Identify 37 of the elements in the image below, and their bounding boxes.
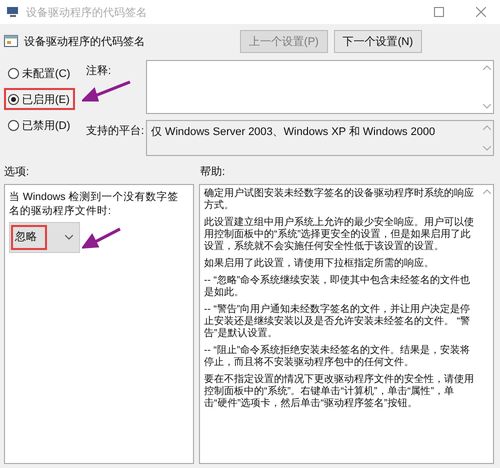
help-paragraph: -- “忽略”命令系统继续安装，即使其中包含未经签名的文件也是如此。 [204,275,472,299]
window-title: 设备驱动程序的代码签名 [26,6,147,20]
close-icon[interactable] [476,7,486,17]
maximize-icon[interactable] [434,7,444,17]
platform-text: 仅 Windows Server 2003、Windows XP 和 Windows 2000 [150,125,436,140]
scroll-up-icon[interactable] [483,65,491,70]
annotation-arrow [82,80,132,102]
help-label: 帮助: [200,165,226,179]
help-paragraph: -- “警告”向用户通知未经数字签名的文件，并让用户决定是停止安装还是继续安装以及是否允许安装未经签名的文件。 “警告”是默认设置。 [204,304,472,340]
radio-label[interactable]: 未配置(C) [22,66,70,80]
policy-title: 设备驱动程序的代码签名 [24,34,145,48]
radio-label[interactable]: 已禁用(D) [22,118,70,132]
options-prompt: 当 Windows 检测到一个没有数字签名的驱动程序文件时: [9,191,180,218]
highlight-frame: 忽略 [11,225,47,250]
radio-button[interactable] [8,94,19,104]
radio-label[interactable]: 已启用(E) [22,92,70,106]
policy-icon [4,34,18,48]
help-paragraph: 如果启用了此设置，请使用下拉框指定所需的响应。 [204,258,435,270]
options-label: 选项: [4,165,30,179]
computer-icon [6,6,20,18]
radio-button[interactable] [8,68,19,78]
nav-button[interactable]: 下一个设置(N) [334,30,422,52]
help-paragraph: 要在不指定设置的情况下更改驱动程序文件的安全性，请使用控制面板中的“系统”。右键单击“计算机”，单击“属性”，单击“硬件”选项卡，然后单击“驱动程序签名”按钮。 [204,374,475,410]
annotation-arrow [82,226,122,249]
platform-label: 支持的平台: [86,124,146,138]
caret-icon [65,235,73,240]
scroll-up-icon[interactable] [483,125,491,130]
radio-button[interactable] [8,120,19,130]
help-paragraph: 确定用户试图安装未经数字签名的设备驱动程序时系统的响应方式。 [204,188,475,212]
scroll-down-icon[interactable] [483,104,491,109]
response-dropdown[interactable]: 忽略 [9,222,80,254]
comment-field[interactable] [146,60,494,114]
scroll-up-icon[interactable] [483,189,491,194]
help-paragraph: -- “阻止”命令系统拒绝安装未经签名的文件。结果是，安装将停止，而且将不安装驱动程序包中的任何文件。 [204,345,472,369]
scroll-down-icon[interactable] [483,146,491,151]
comment-label: 注释: [86,64,112,78]
help-paragraph: 此设置建立组中用户系统上允许的最少安全响应。用户可以使用控制面板中的“系统”选择更安全的设置，但是如果启用了此设置，系统就不会实施任何安全性低于该设置的设置。 [204,217,475,253]
